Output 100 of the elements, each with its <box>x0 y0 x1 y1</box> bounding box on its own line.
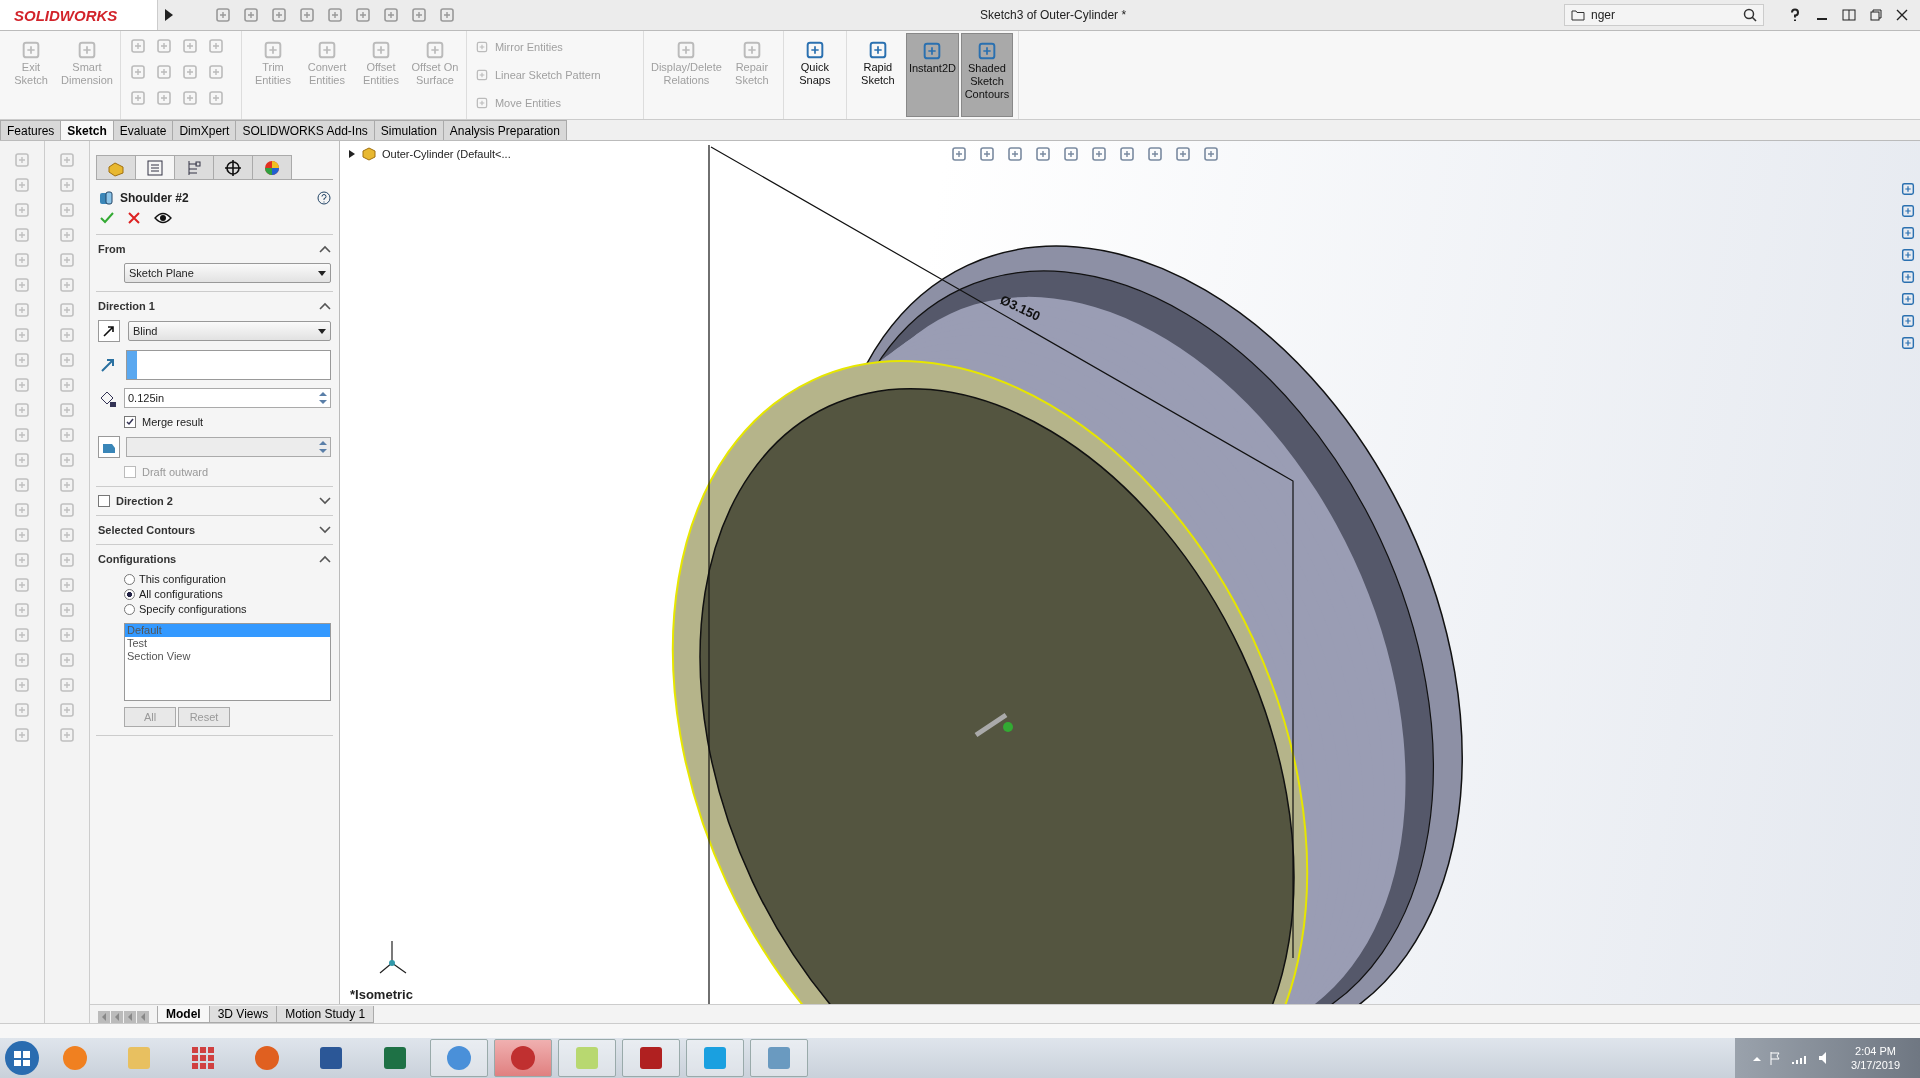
taskbar-app-button[interactable] <box>686 1039 744 1077</box>
sketch-entity-icon[interactable] <box>180 63 199 81</box>
view-tool-icon[interactable] <box>1146 145 1164 163</box>
feature-tool-icon[interactable] <box>13 501 31 519</box>
toolbar-icon[interactable] <box>382 6 400 24</box>
model-tab[interactable]: Motion Study 1 <box>276 1006 375 1023</box>
feature-tool-icon[interactable] <box>13 226 31 244</box>
task-pane-icon[interactable] <box>1900 225 1916 241</box>
collapse-chevron-icon[interactable] <box>319 245 331 253</box>
start-condition-dropdown[interactable]: Sketch Plane <box>124 263 331 283</box>
folder-icon[interactable] <box>1571 9 1585 21</box>
tile-icon[interactable] <box>1842 9 1856 21</box>
ribbon-tool-button[interactable]: Shaded Sketch Contours <box>960 33 1013 117</box>
sketch-entity-icon[interactable] <box>154 37 173 55</box>
collapse-chevron-icon[interactable] <box>319 555 331 563</box>
feature-tool-icon[interactable] <box>58 276 76 294</box>
feature-tool-icon[interactable] <box>13 651 31 669</box>
command-tab[interactable]: Sketch <box>60 120 114 140</box>
view-tool-icon[interactable] <box>1062 145 1080 163</box>
close-icon[interactable] <box>1896 9 1908 21</box>
expand-chevron-icon[interactable] <box>319 497 331 505</box>
feature-tool-icon[interactable] <box>13 601 31 619</box>
feature-tool-icon[interactable] <box>13 476 31 494</box>
direction-selection-field[interactable] <box>126 350 331 380</box>
task-pane-icon[interactable] <box>1900 181 1916 197</box>
radio-button[interactable] <box>124 603 135 615</box>
feature-tool-icon[interactable] <box>58 451 76 469</box>
taskbar-app-button[interactable] <box>750 1039 808 1077</box>
radio-button[interactable] <box>124 573 135 585</box>
sketch-entity-icon[interactable] <box>180 37 199 55</box>
feature-tool-icon[interactable] <box>13 676 31 694</box>
toolbar-icon[interactable] <box>410 6 428 24</box>
feature-tool-icon[interactable] <box>58 576 76 594</box>
feature-tool-icon[interactable] <box>13 551 31 569</box>
view-tool-icon[interactable] <box>1006 145 1024 163</box>
feature-tool-icon[interactable] <box>58 726 76 744</box>
toolbar-icon[interactable] <box>242 6 260 24</box>
task-pane-icon[interactable] <box>1900 313 1916 329</box>
manager-tab[interactable] <box>213 155 253 179</box>
search-field[interactable]: nger <box>1564 4 1764 26</box>
sketch-entity-icon[interactable] <box>180 89 199 107</box>
command-tab[interactable]: Evaluate <box>112 120 174 140</box>
start-button-icon[interactable] <box>4 1040 40 1076</box>
sketch-entity-icon[interactable] <box>128 37 147 55</box>
toolbar-icon[interactable] <box>354 6 372 24</box>
feature-tool-icon[interactable] <box>58 651 76 669</box>
feature-tool-icon[interactable] <box>13 401 31 419</box>
radio-button[interactable] <box>124 588 135 600</box>
command-tab[interactable]: Features <box>0 120 62 140</box>
feature-tool-icon[interactable] <box>58 151 76 169</box>
end-condition-dropdown[interactable]: Blind <box>128 321 331 341</box>
task-pane-icon[interactable] <box>1900 291 1916 307</box>
feature-tool-icon[interactable] <box>13 576 31 594</box>
restore-icon[interactable] <box>1870 9 1882 21</box>
view-tool-icon[interactable] <box>1174 145 1192 163</box>
feature-tool-icon[interactable] <box>58 376 76 394</box>
reverse-direction-button[interactable] <box>98 320 120 342</box>
command-tab[interactable]: Simulation <box>373 120 444 140</box>
command-tab[interactable]: DimXpert <box>172 120 237 140</box>
depth-field[interactable]: 0.125in <box>124 388 331 408</box>
menu-arrow-icon[interactable] <box>164 8 174 22</box>
taskbar-app-button[interactable] <box>622 1039 680 1077</box>
feature-tool-icon[interactable] <box>13 626 31 644</box>
feature-tool-icon[interactable] <box>58 701 76 719</box>
feature-tool-icon[interactable] <box>13 151 31 169</box>
command-tab[interactable]: Analysis Preparation <box>442 120 567 140</box>
feature-tool-icon[interactable] <box>13 201 31 219</box>
toolbar-icon[interactable] <box>438 6 456 24</box>
preview-eye-icon[interactable] <box>154 212 172 224</box>
toolbar-icon[interactable] <box>326 6 344 24</box>
feature-tool-icon[interactable] <box>13 301 31 319</box>
sketch-entity-icon[interactable] <box>128 63 147 81</box>
feature-tool-icon[interactable] <box>13 251 31 269</box>
feature-tool-icon[interactable] <box>58 551 76 569</box>
command-tab[interactable]: SOLIDWORKS Add-Ins <box>235 120 375 140</box>
help-icon[interactable] <box>317 191 331 205</box>
feature-tool-icon[interactable] <box>13 376 31 394</box>
feature-tool-icon[interactable] <box>13 426 31 444</box>
feature-tool-icon[interactable] <box>13 701 31 719</box>
feature-tool-icon[interactable] <box>58 601 76 619</box>
view-tool-icon[interactable] <box>1090 145 1108 163</box>
collapse-chevron-icon[interactable] <box>319 302 331 310</box>
feature-tool-icon[interactable] <box>58 301 76 319</box>
sketch-entity-icon[interactable] <box>128 89 147 107</box>
taskbar-app-button[interactable] <box>430 1039 488 1077</box>
app-logo[interactable]: SOLIDWORKS <box>0 0 158 30</box>
feature-tool-icon[interactable] <box>13 326 31 344</box>
ribbon-tool-button[interactable]: Instant2D <box>905 33 959 117</box>
feature-tool-icon[interactable] <box>58 426 76 444</box>
feature-tool-icon[interactable] <box>13 276 31 294</box>
task-pane-icon[interactable] <box>1900 335 1916 351</box>
feature-tool-icon[interactable] <box>13 451 31 469</box>
help-icon[interactable] <box>1788 8 1802 22</box>
task-pane-icon[interactable] <box>1900 247 1916 263</box>
expand-chevron-icon[interactable] <box>319 526 331 534</box>
draft-button[interactable] <box>98 436 120 458</box>
task-pane-icon[interactable] <box>1900 269 1916 285</box>
view-tool-icon[interactable] <box>1202 145 1220 163</box>
feature-tool-icon[interactable] <box>13 351 31 369</box>
tab-scroll-icon[interactable] <box>124 1011 136 1023</box>
